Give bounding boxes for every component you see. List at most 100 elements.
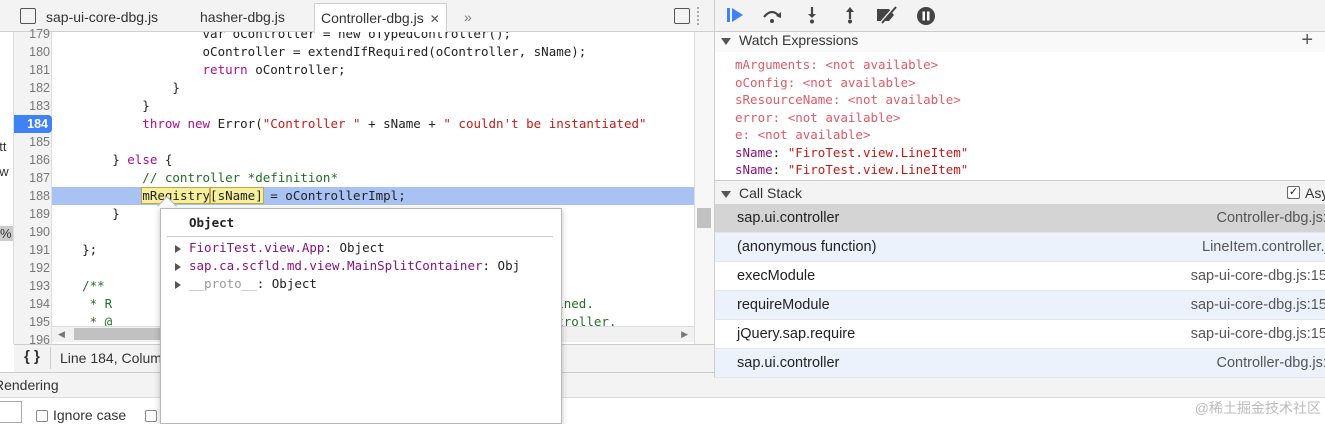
watch-expression[interactable]: sResourceName: <not available> — [735, 91, 961, 108]
object-popover: Object FioriTest.view.App: Object sap.ca.… — [160, 208, 562, 424]
frame-function-name: requireModule — [737, 297, 830, 313]
line-number[interactable]: 190 — [14, 223, 50, 241]
frame-location[interactable]: Controller-dbg.js:1 — [1217, 349, 1325, 377]
toggle-navigator-icon[interactable] — [20, 8, 36, 24]
scroll-left-icon[interactable]: ◀ — [58, 329, 65, 340]
code-line[interactable]: } else { — [52, 151, 694, 169]
expand-triangle-icon[interactable] — [175, 244, 181, 253]
call-stack-frame[interactable]: execModule sap-ui-core-dbg.js:154 — [714, 262, 1325, 291]
line-number[interactable]: 180 — [14, 43, 50, 61]
regex-checkbox[interactable] — [145, 407, 157, 423]
editor-vertical-scrollbar-thumb[interactable] — [697, 208, 711, 228]
breakpoint-marker[interactable]: 184 — [14, 115, 52, 133]
watch-expression[interactable]: sName: "FiroTest.view.LineItem" — [735, 144, 968, 161]
checkbox-box[interactable] — [36, 410, 48, 423]
frame-location[interactable]: sap-ui-core-dbg.js:157 — [1191, 320, 1325, 348]
frame-location[interactable]: sap-ui-core-dbg.js:154 — [1191, 291, 1325, 319]
code-line[interactable]: // controller *definition* — [52, 169, 694, 187]
code-line[interactable]: } — [52, 79, 694, 97]
toggle-debugger-icon[interactable] — [674, 8, 690, 24]
collapse-triangle-icon[interactable] — [721, 37, 731, 45]
object-property[interactable]: __proto__: Object — [175, 275, 317, 293]
resume-icon[interactable] — [725, 6, 747, 26]
watch-expressions-list: mArguments: <not available> oConfig: <not… — [714, 52, 1325, 180]
call-stack-header[interactable]: Call Stack ✓ Async — [714, 180, 1325, 204]
navigator-fragment: ew — [0, 164, 9, 179]
ignore-case-checkbox[interactable] — [36, 407, 48, 423]
call-stack-frame[interactable]: sap.ui.controller Controller-dbg.js:1 — [714, 204, 1325, 233]
find-input[interactable] — [0, 401, 22, 423]
line-number[interactable]: 193 — [14, 277, 50, 295]
tab-hasher[interactable]: hasher-dbg.js — [194, 3, 291, 32]
expand-triangle-icon[interactable] — [175, 262, 181, 271]
editor-vertical-scrollbar[interactable] — [694, 32, 714, 344]
step-out-icon[interactable] — [839, 6, 861, 26]
code-line[interactable]: return oController; — [52, 61, 694, 79]
call-stack-title-wrap: Call Stack — [715, 185, 802, 201]
line-number[interactable]: 191 — [14, 241, 50, 259]
watch-expression[interactable]: e: <not available> — [735, 126, 870, 143]
step-into-icon[interactable] — [801, 6, 823, 26]
sources-navigator-edge: att ew % — [0, 32, 14, 344]
call-stack-frame[interactable]: jQuery.sap.require sap-ui-core-dbg.js:157 — [714, 320, 1325, 349]
code-token: else — [127, 152, 158, 167]
debugger-toolbar — [714, 0, 1325, 32]
close-tab-icon[interactable]: ✕ — [430, 12, 440, 26]
call-stack-title: Call Stack — [739, 185, 803, 201]
tab-sap-ui-core[interactable]: sap-ui-core-dbg.js — [40, 3, 164, 32]
editor-horizontal-scrollbar-thumb[interactable] — [74, 328, 164, 340]
add-watch-icon[interactable]: + — [1301, 29, 1313, 52]
watch-expressions-header[interactable]: Watch Expressions + — [714, 29, 1325, 52]
line-number[interactable]: 189 — [14, 205, 50, 223]
expand-triangle-icon[interactable] — [175, 280, 181, 289]
call-stack-frame[interactable]: sap.ui.controller Controller-dbg.js:1 — [714, 349, 1325, 378]
object-property[interactable]: sap.ca.scfld.md.view.MainSplitContainer:… — [175, 257, 520, 275]
watch-expression[interactable]: oConfig: <not available> — [735, 74, 916, 91]
step-over-icon[interactable] — [761, 6, 783, 26]
drawer-tab-rendering[interactable]: Rendering — [0, 377, 59, 393]
code-token: } — [52, 152, 128, 167]
watch-expression-name: e — [735, 127, 743, 142]
code-token: /** — [52, 278, 105, 293]
watch-expressions-title: Watch Expressions — [739, 32, 859, 48]
navigator-fragment: % — [0, 226, 13, 241]
line-number[interactable]: 183 — [14, 97, 50, 115]
line-number[interactable]: 187 — [14, 169, 50, 187]
tab-controller[interactable]: Controller-dbg.js ✕ — [314, 3, 447, 32]
line-number[interactable]: 194 — [14, 295, 50, 313]
line-number-gutter[interactable]: 179 180 181 182 183 184 185 186 187 188 189 190 191 1… — [14, 27, 52, 347]
code-line[interactable]: var oController = new oTypedController()… — [52, 32, 694, 43]
line-number[interactable]: 179 — [14, 25, 50, 43]
code-token: } — [52, 206, 120, 221]
line-number[interactable]: 188 — [14, 187, 50, 205]
call-stack-frame[interactable]: (anonymous function) LineItem.controller.… — [714, 233, 1325, 262]
frame-location[interactable]: LineItem.controller.js — [1202, 233, 1325, 261]
pretty-print-button[interactable]: { } — [24, 348, 40, 365]
code-line[interactable]: throw new Error("Controller " + sName + … — [52, 115, 694, 133]
async-checkbox[interactable]: ✓ — [1287, 186, 1300, 199]
line-number[interactable]: 186 — [14, 151, 50, 169]
splitter-handle[interactable] — [697, 7, 699, 25]
code-line[interactable] — [52, 133, 694, 151]
watch-expression[interactable]: sName: "FiroTest.view.LineItem" — [735, 161, 968, 178]
collapse-triangle-icon[interactable] — [721, 190, 731, 198]
line-number[interactable]: 195 — [14, 313, 50, 331]
line-number[interactable]: 182 — [14, 79, 50, 97]
watch-expression[interactable]: mArguments: <not available> — [735, 56, 938, 73]
code-line[interactable]: } — [52, 97, 694, 115]
line-number[interactable]: 185 — [14, 133, 50, 151]
deactivate-breakpoints-icon[interactable] — [875, 6, 897, 26]
checkbox-box[interactable] — [145, 410, 157, 423]
frame-location[interactable]: Controller-dbg.js:1 — [1217, 204, 1325, 232]
line-number[interactable]: 192 — [14, 259, 50, 277]
execution-line[interactable]: mRegistry[sName] = oControllerImpl; — [52, 187, 694, 205]
object-property[interactable]: FioriTest.view.App: Object — [175, 239, 385, 257]
code-line[interactable]: oController = extendIfRequired(oControll… — [52, 43, 694, 61]
more-tabs-button[interactable]: » — [458, 3, 478, 32]
watch-expression[interactable]: error: <not available> — [735, 109, 901, 126]
scroll-right-icon[interactable]: ▶ — [681, 329, 688, 340]
frame-location[interactable]: sap-ui-core-dbg.js:154 — [1191, 262, 1325, 290]
pause-on-exceptions-icon[interactable] — [915, 6, 937, 26]
line-number[interactable]: 181 — [14, 61, 50, 79]
call-stack-frame[interactable]: requireModule sap-ui-core-dbg.js:154 — [714, 291, 1325, 320]
